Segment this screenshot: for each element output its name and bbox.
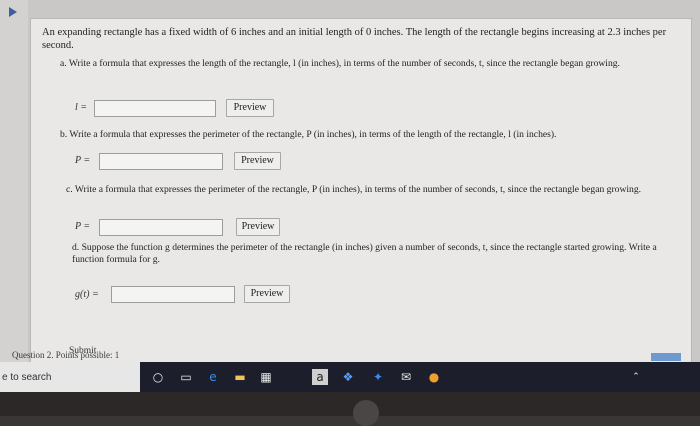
question-points-text: Question 2. Points possible: 1	[12, 350, 120, 360]
left-nav-strip	[0, 0, 28, 362]
dropbox-icon[interactable]: ❖	[340, 369, 356, 385]
mail-icon[interactable]: ✉	[398, 369, 414, 385]
part-c-preview-button[interactable]: Preview	[236, 218, 280, 236]
part-a-prompt: a. Write a formula that expresses the le…	[60, 58, 620, 69]
part-b-variable: P =	[75, 155, 91, 166]
part-b-preview-button[interactable]: Preview	[234, 152, 281, 170]
store-icon[interactable]: ▦	[258, 369, 274, 385]
part-a-preview-button[interactable]: Preview	[226, 99, 274, 117]
taskbar-search-box[interactable]: e to search	[0, 362, 140, 392]
part-c-variable: P =	[75, 221, 91, 232]
onedrive-icon[interactable]: ✦	[370, 369, 386, 385]
part-d-preview-button[interactable]: Preview	[244, 285, 290, 303]
part-b-answer-input[interactable]	[99, 153, 223, 170]
part-c-prompt: c. Write a formula that expresses the pe…	[66, 184, 642, 195]
question-panel: An expanding rectangle has a fixed width…	[30, 18, 692, 368]
cortana-icon[interactable]: ○	[150, 369, 166, 385]
search-placeholder: e to search	[2, 372, 52, 383]
part-a-answer-input[interactable]	[94, 100, 216, 117]
part-c-answer-input[interactable]	[99, 219, 223, 236]
play-arrow-icon[interactable]	[9, 7, 17, 17]
edge-icon[interactable]: e	[205, 369, 221, 385]
part-d-variable: g(t) =	[75, 289, 99, 300]
system-tray-icon[interactable]: ⌃	[628, 369, 644, 385]
amazon-icon[interactable]: a	[312, 369, 328, 385]
hp-logo-icon	[353, 400, 379, 426]
laptop-bezel	[0, 392, 700, 416]
part-d-answer-input[interactable]	[111, 286, 235, 303]
license-tag	[651, 353, 681, 361]
music-icon[interactable]: ●	[426, 369, 442, 385]
file-explorer-icon[interactable]: ▬	[232, 369, 248, 385]
task-view-icon[interactable]: ▭	[178, 369, 194, 385]
browser-content: An expanding rectangle has a fixed width…	[0, 0, 700, 368]
part-d-prompt: d. Suppose the function g determines the…	[72, 242, 657, 265]
windows-taskbar: e to search ○ ▭ e ▬ ▦ a ❖ ✦ ✉ ● ⌃	[0, 362, 700, 392]
part-b-prompt: b. Write a formula that expresses the pe…	[60, 129, 557, 140]
part-a-variable: l =	[75, 102, 88, 113]
problem-intro: An expanding rectangle has a fixed width…	[42, 27, 667, 51]
